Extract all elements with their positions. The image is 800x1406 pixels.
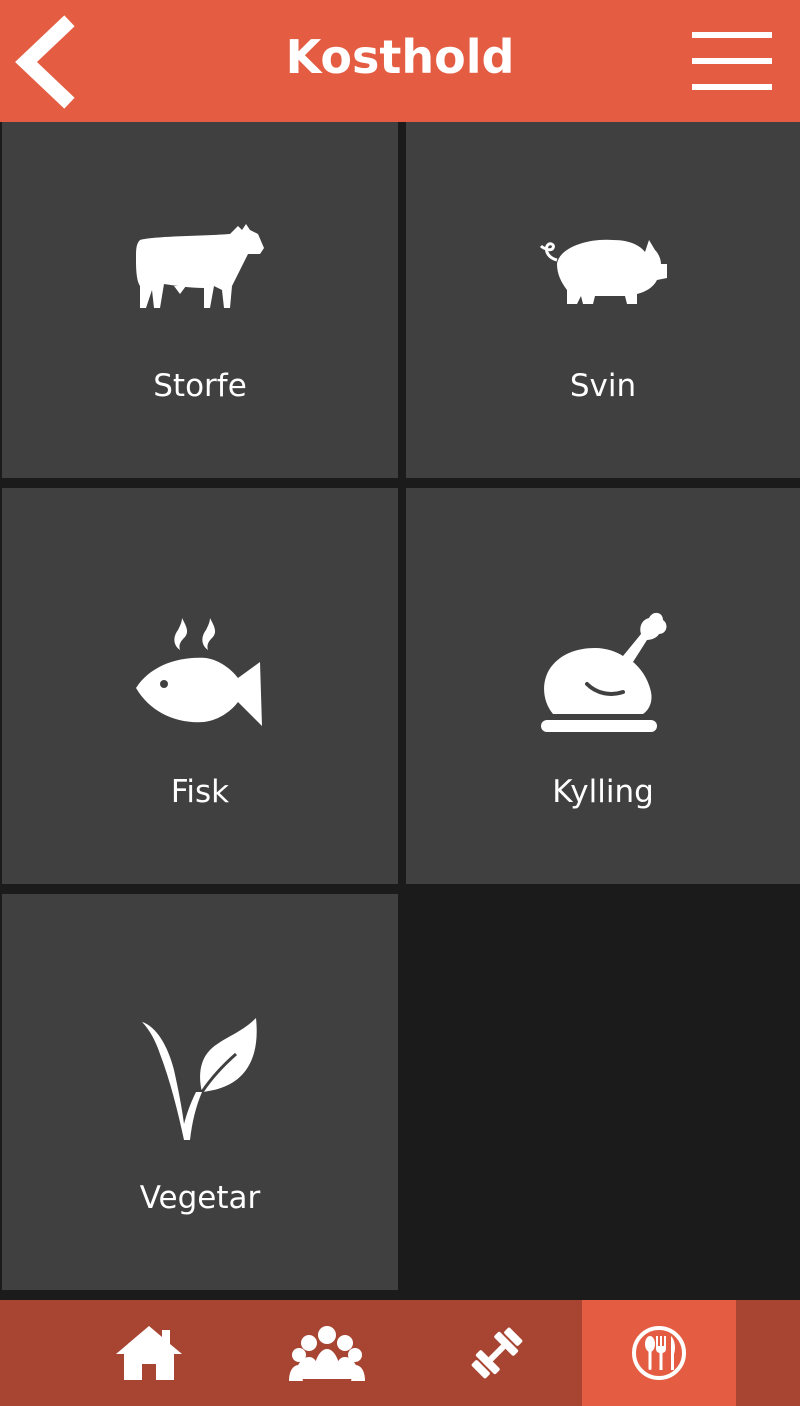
bottom-tab-bar bbox=[0, 1300, 800, 1406]
category-label: Storfe bbox=[153, 368, 247, 404]
group-icon bbox=[289, 1326, 365, 1381]
tab-community[interactable] bbox=[250, 1300, 404, 1406]
tab-training[interactable] bbox=[420, 1300, 574, 1406]
category-label: Svin bbox=[569, 368, 637, 404]
header-bar: Kosthold bbox=[0, 0, 800, 122]
category-tile-storfe[interactable]: Storfe bbox=[2, 122, 398, 478]
chicken-icon bbox=[541, 612, 667, 732]
page-title: Kosthold bbox=[285, 30, 515, 84]
pig-icon bbox=[539, 239, 667, 304]
category-tile-svin[interactable]: Svin bbox=[406, 122, 800, 478]
category-label: Vegetar bbox=[139, 1180, 261, 1216]
cow-icon bbox=[136, 224, 264, 308]
home-icon bbox=[116, 1326, 182, 1380]
fish-icon bbox=[136, 618, 262, 726]
fork-knife-icon bbox=[632, 1326, 686, 1380]
back-button[interactable] bbox=[8, 14, 80, 110]
hamburger-menu-icon bbox=[692, 32, 772, 90]
app-root: Kosthold Storfe Svin Fisk Kylling Vegeta… bbox=[0, 0, 800, 1406]
category-tile-kylling[interactable]: Kylling bbox=[406, 488, 800, 884]
tab-home[interactable] bbox=[72, 1300, 226, 1406]
tab-diet[interactable] bbox=[582, 1300, 736, 1406]
vegetarian-leaf-icon bbox=[142, 1018, 257, 1140]
category-label: Fisk bbox=[170, 774, 230, 810]
dumbbell-icon bbox=[471, 1327, 523, 1379]
category-label: Kylling bbox=[552, 774, 654, 810]
category-tile-fisk[interactable]: Fisk bbox=[2, 488, 398, 884]
menu-button[interactable] bbox=[686, 26, 778, 98]
category-tile-vegetar[interactable]: Vegetar bbox=[2, 894, 398, 1290]
chevron-left-icon bbox=[15, 15, 75, 109]
